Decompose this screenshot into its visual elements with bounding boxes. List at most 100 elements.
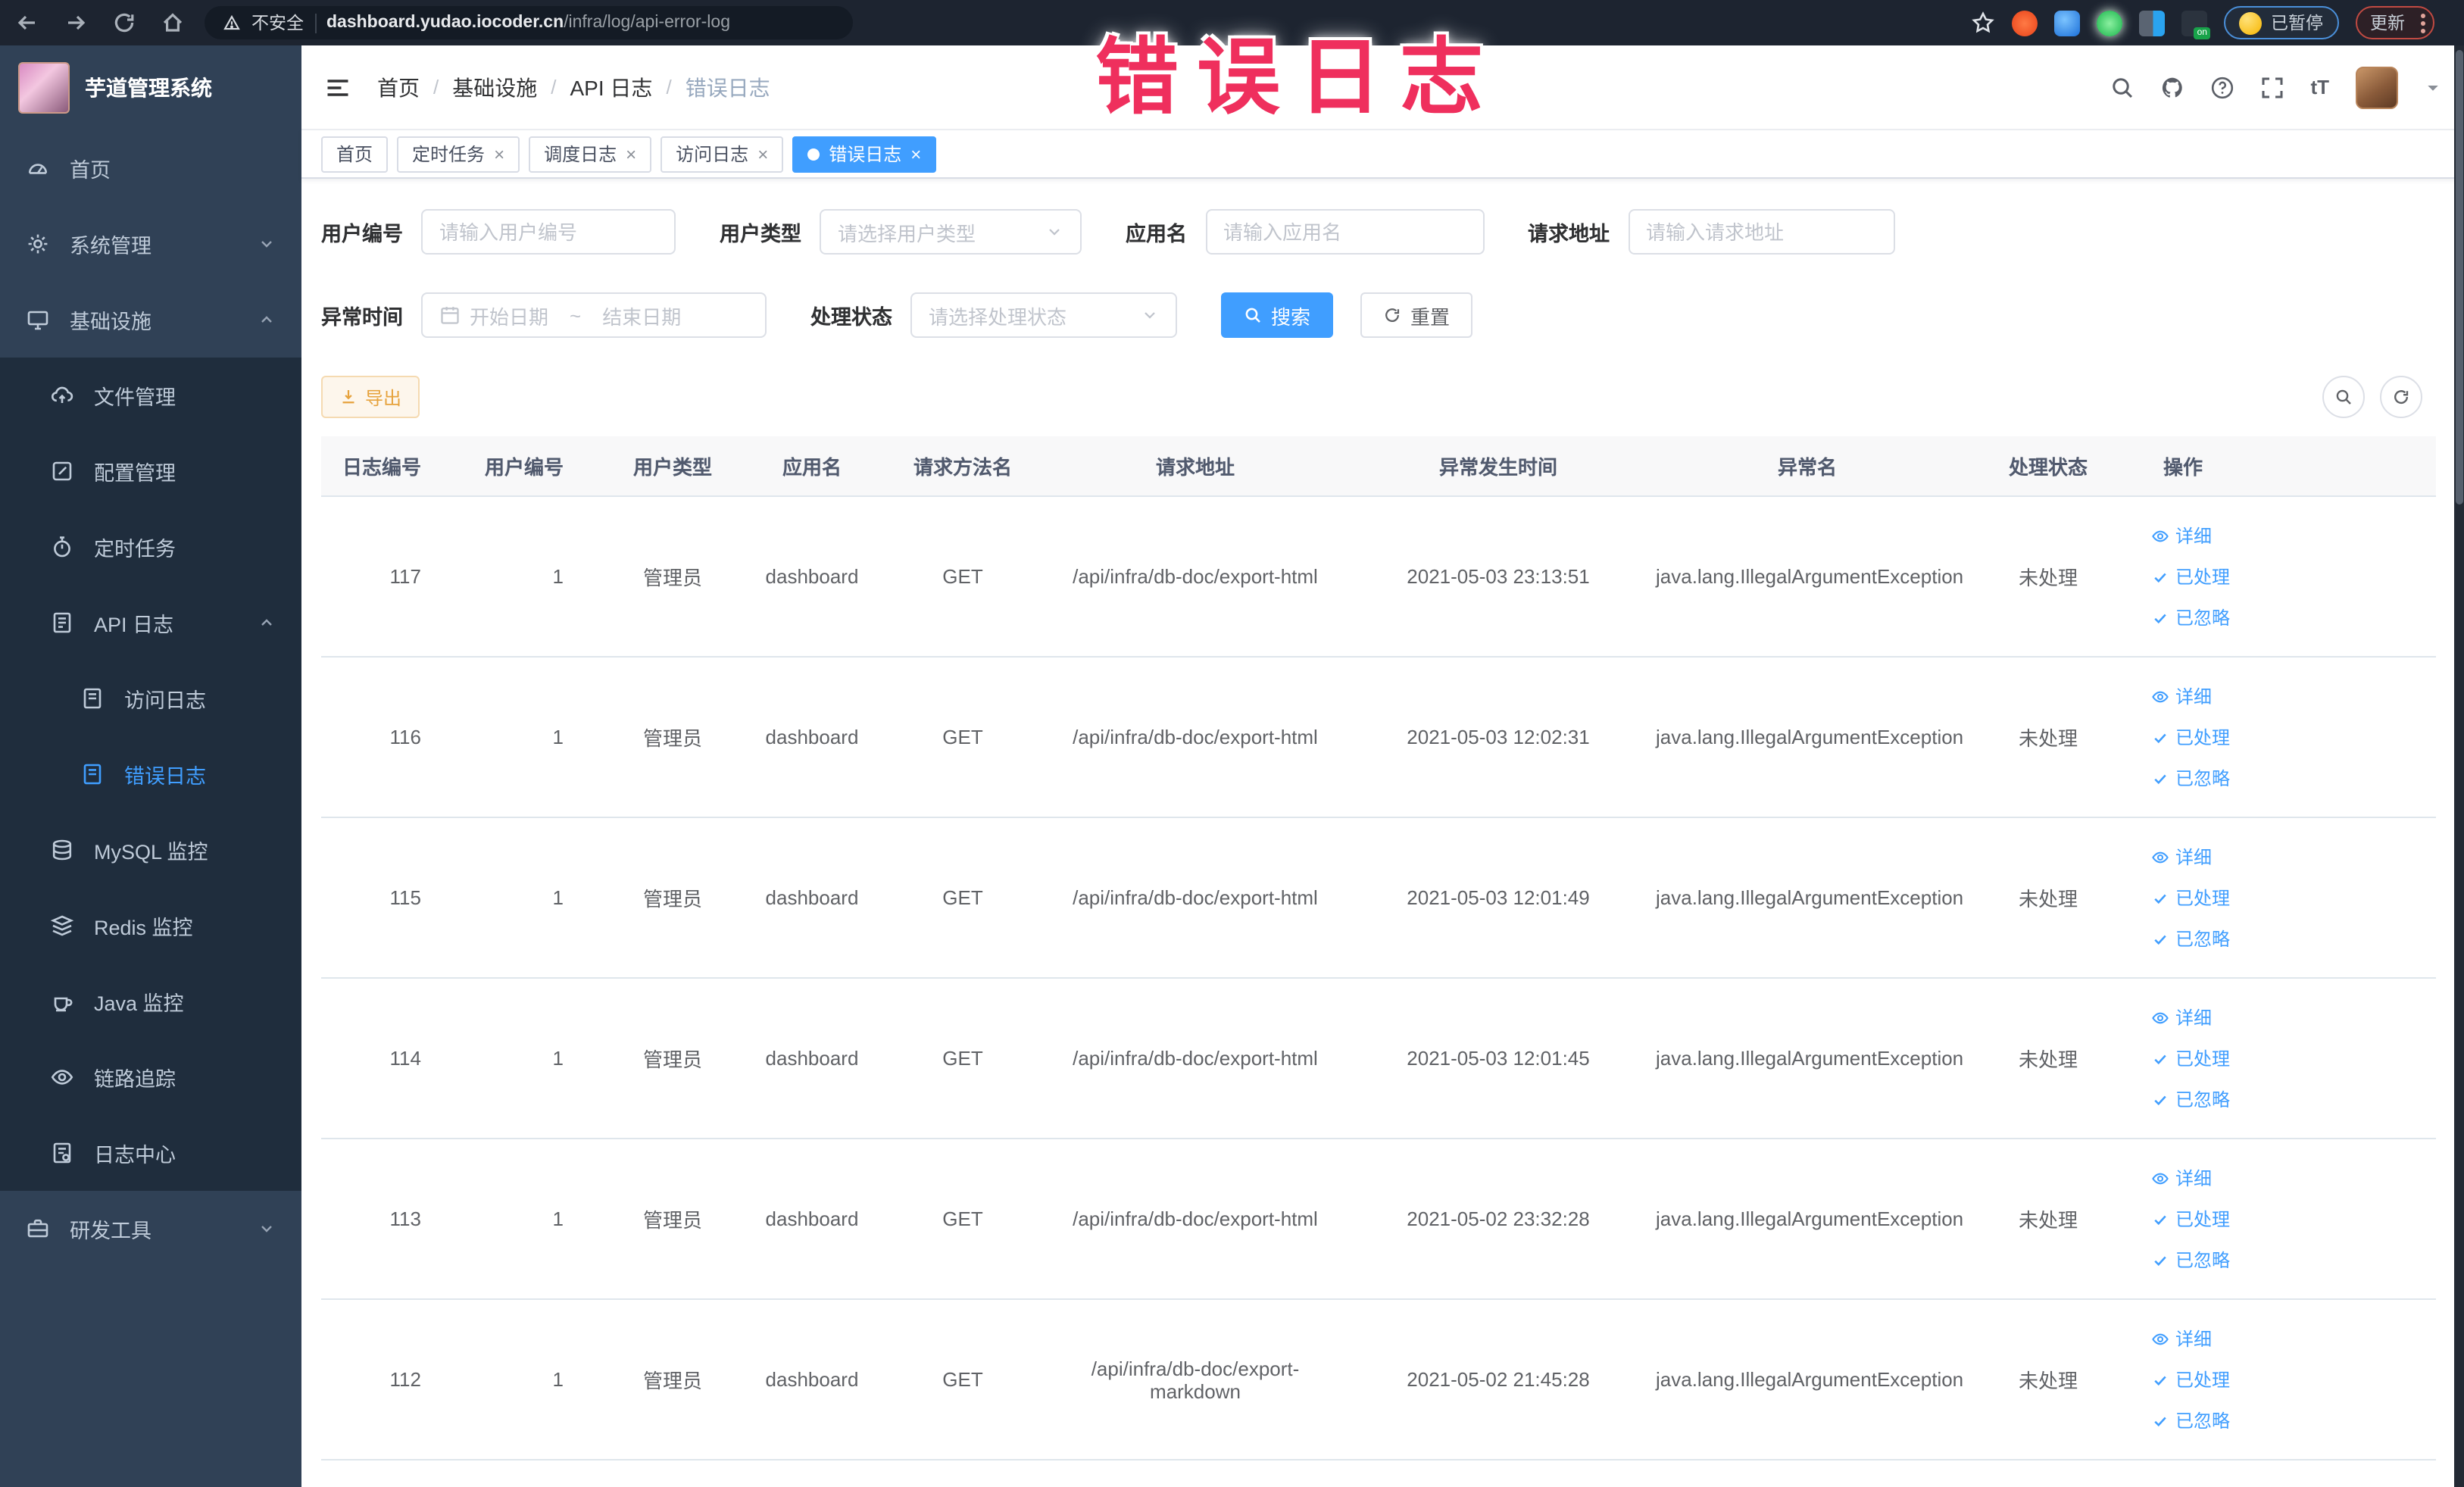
tab-access-log[interactable]: 访问日志 × xyxy=(661,136,784,172)
close-icon[interactable]: × xyxy=(757,145,768,163)
request-url-input[interactable] xyxy=(1628,209,1894,255)
cell-log-id: 115 xyxy=(389,886,421,909)
close-icon[interactable]: × xyxy=(910,145,921,163)
extension-icon-green[interactable] xyxy=(2097,10,2122,36)
sidebar-item-home[interactable]: 首页 xyxy=(0,130,301,206)
header-search-icon[interactable] xyxy=(2110,75,2135,99)
user-type-select[interactable]: 请选择用户类型 xyxy=(820,209,1082,255)
back-icon[interactable] xyxy=(15,11,39,35)
reset-button[interactable]: 重置 xyxy=(1360,292,1473,338)
detail-action-link[interactable]: 详细 xyxy=(2151,844,2212,870)
cell-process-status: 未处理 xyxy=(2018,1209,2078,1232)
table-row: 112 1 管理员 dashboard GET /api/infra/db-do… xyxy=(321,1300,2436,1460)
mark-processed-action-link[interactable]: 已处理 xyxy=(2151,885,2230,911)
detail-action-link[interactable]: 详细 xyxy=(2151,523,2212,548)
cell-app-name: dashboard xyxy=(765,1368,859,1391)
fullscreen-icon[interactable] xyxy=(2260,75,2284,99)
mark-processed-action-link[interactable]: 已处理 xyxy=(2151,1206,2230,1232)
detail-action-link[interactable]: 详细 xyxy=(2151,1004,2212,1030)
mark-processed-action-link[interactable]: 已处理 xyxy=(2151,724,2230,750)
mark-ignored-action-link[interactable]: 已忽略 xyxy=(2151,604,2230,630)
mark-ignored-action-link[interactable]: 已忽略 xyxy=(2151,926,2230,951)
table-search-toggle-button[interactable] xyxy=(2322,376,2364,418)
filter-label-user-id: 用户编号 xyxy=(321,223,403,245)
sidebar-item-api-log[interactable]: API 日志 xyxy=(0,585,301,661)
update-button[interactable]: 更新 xyxy=(2355,6,2434,39)
sidebar-item-system-management[interactable]: 系统管理 xyxy=(0,206,301,282)
mark-processed-action-link[interactable]: 已处理 xyxy=(2151,1045,2230,1071)
close-icon[interactable]: × xyxy=(494,145,504,163)
sidebar-item-java-monitor[interactable]: Java 监控 xyxy=(0,964,301,1039)
sidebar-item-access-log[interactable]: 访问日志 xyxy=(0,661,301,736)
sidebar-toggle-hamburger-icon[interactable] xyxy=(324,73,351,101)
calendar-icon xyxy=(441,307,459,324)
address-bar[interactable]: 不安全 dashboard.yudao.iocoder.cn/infra/log… xyxy=(205,6,853,39)
avatar-caret-down-icon[interactable] xyxy=(2423,78,2441,96)
sidebar-item-error-log[interactable]: 错误日志 xyxy=(0,736,301,812)
user-id-input[interactable] xyxy=(421,209,676,255)
extension-icon-orange[interactable] xyxy=(2012,10,2038,36)
breadcrumb-api-log[interactable]: API 日志 xyxy=(570,72,653,102)
sidebar-item-trace[interactable]: 链路追踪 xyxy=(0,1039,301,1115)
cell-user-id: 1 xyxy=(552,1368,564,1391)
export-button[interactable]: 导出 xyxy=(321,376,420,418)
sidebar-item-redis-monitor[interactable]: Redis 监控 xyxy=(0,888,301,964)
browser-menu-dots-icon[interactable] xyxy=(2420,13,2425,33)
search-button[interactable]: 搜索 xyxy=(1221,292,1334,338)
exception-time-range-picker[interactable]: 开始日期 ~ 结束日期 xyxy=(421,292,767,338)
cell-method: GET xyxy=(942,1368,983,1391)
extension-icon-grid[interactable] xyxy=(2139,10,2165,36)
cell-process-status: 未处理 xyxy=(2018,888,2078,911)
extension-icon-dark[interactable]: on xyxy=(2181,10,2210,39)
github-icon[interactable] xyxy=(2160,75,2184,99)
sidebar-item-log-center[interactable]: 日志中心 xyxy=(0,1115,301,1191)
mark-processed-action-link[interactable]: 已处理 xyxy=(2151,1367,2230,1392)
mark-ignored-action-link[interactable]: 已忽略 xyxy=(2151,765,2230,791)
home-icon[interactable] xyxy=(161,11,185,35)
sidebar-item-scheduled-tasks[interactable]: 定时任务 xyxy=(0,509,301,585)
sidebar-item-config-management[interactable]: 配置管理 xyxy=(0,433,301,509)
mark-ignored-action-link[interactable]: 已忽略 xyxy=(2151,1407,2230,1433)
eye-icon xyxy=(2152,1332,2169,1345)
breadcrumb-infrastructure[interactable]: 基础设施 xyxy=(452,72,537,102)
paused-badge[interactable]: 已暂停 xyxy=(2224,6,2338,39)
breadcrumb-home[interactable]: 首页 xyxy=(377,72,420,102)
table-refresh-button[interactable] xyxy=(2379,376,2422,418)
mark-processed-action-link[interactable]: 已处理 xyxy=(2151,564,2230,589)
detail-action-link[interactable]: 详细 xyxy=(2151,683,2212,709)
bookmark-star-icon[interactable] xyxy=(1971,11,1995,35)
scrollbar-thumb[interactable] xyxy=(2455,50,2462,505)
cell-log-id: 113 xyxy=(389,1207,421,1230)
cell-exception-time: 2021-05-03 12:01:49 xyxy=(1407,886,1590,909)
tab-schedule-log[interactable]: 调度日志 × xyxy=(529,136,652,172)
sidebar-item-infrastructure[interactable]: 基础设施 xyxy=(0,282,301,358)
process-status-select[interactable]: 请选择处理状态 xyxy=(910,292,1177,338)
check-icon xyxy=(2154,613,2166,623)
forward-icon[interactable] xyxy=(64,11,88,35)
table-row: 113 1 管理员 dashboard GET /api/infra/db-do… xyxy=(321,1139,2436,1300)
sidebar-logo[interactable]: 芋道管理系统 xyxy=(0,45,301,130)
row-actions: 详细 已处理 已忽略 xyxy=(2151,1004,2430,1112)
help-question-icon[interactable] xyxy=(2210,75,2234,99)
detail-action-link[interactable]: 详细 xyxy=(2151,1165,2212,1191)
mark-ignored-action-link[interactable]: 已忽略 xyxy=(2151,1247,2230,1273)
cell-process-status: 未处理 xyxy=(2018,1370,2078,1392)
cell-log-id: 112 xyxy=(389,1368,421,1391)
sidebar-item-file-management[interactable]: 文件管理 xyxy=(0,358,301,433)
tab-scheduled-tasks[interactable]: 定时任务 × xyxy=(397,136,520,172)
app-name-input[interactable] xyxy=(1205,209,1484,255)
user-avatar[interactable] xyxy=(2355,66,2397,108)
reload-icon[interactable] xyxy=(112,11,136,35)
row-actions: 详细 已处理 已忽略 xyxy=(2151,683,2430,791)
tab-home[interactable]: 首页 xyxy=(321,136,389,172)
extension-icon-blue-gem[interactable] xyxy=(2054,10,2080,36)
eye-icon xyxy=(2152,1011,2169,1023)
font-size-icon[interactable]: tT xyxy=(2310,76,2329,98)
detail-action-link[interactable]: 详细 xyxy=(2151,1326,2212,1351)
sidebar-item-dev-tools[interactable]: 研发工具 xyxy=(0,1191,301,1267)
mark-ignored-action-link[interactable]: 已忽略 xyxy=(2151,1086,2230,1112)
sidebar-item-mysql-monitor[interactable]: MySQL 监控 xyxy=(0,812,301,888)
tab-error-log[interactable]: 错误日志 × xyxy=(792,136,937,172)
close-icon[interactable]: × xyxy=(626,145,636,163)
check-icon xyxy=(2154,1214,2166,1225)
